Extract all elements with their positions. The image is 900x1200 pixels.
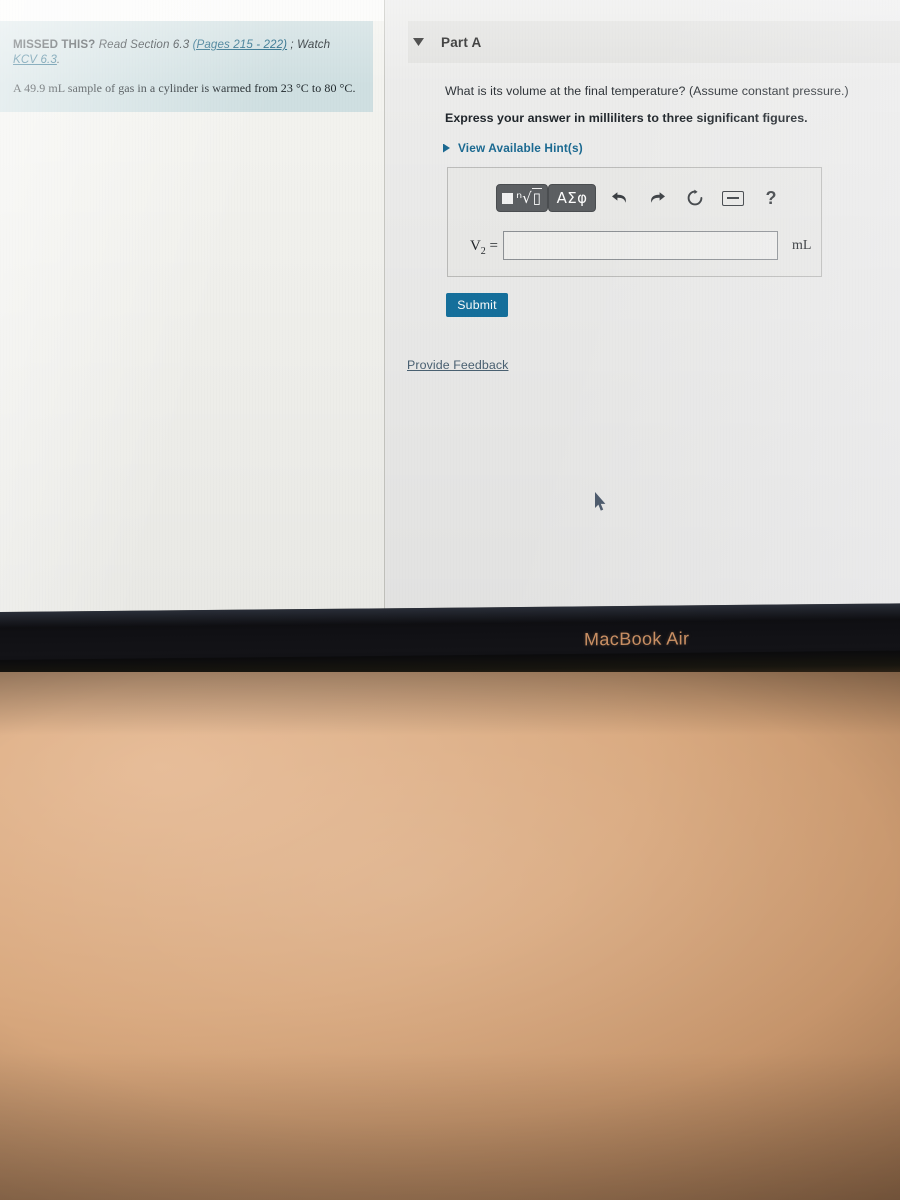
caret-right-icon[interactable]: [443, 143, 450, 153]
caret-down-icon[interactable]: [413, 38, 424, 46]
math-toolbar: ⁿ√▯ ΑΣφ ?: [496, 184, 786, 212]
page-top-strip: [0, 0, 384, 21]
missed-this-callout: MISSED THIS? Read Section 6.3 (Pages 215…: [0, 21, 373, 112]
undo-icon[interactable]: [604, 184, 634, 212]
view-hints-toggle[interactable]: View Available Hint(s): [443, 141, 583, 155]
radical-icon: ⁿ√▯: [516, 187, 542, 207]
question-text: What is its volume at the final temperat…: [445, 84, 849, 98]
greek-symbols-label: ΑΣφ: [556, 189, 588, 207]
redo-icon[interactable]: [642, 184, 672, 212]
help-icon[interactable]: ?: [756, 184, 786, 212]
kcv-link[interactable]: KCV 6.3: [13, 53, 57, 66]
problem-statement: A 49.9 mL sample of gas in a cylinder is…: [13, 81, 356, 95]
left-content-column: MISSED THIS? Read Section 6.3 (Pages 215…: [0, 0, 384, 614]
missed-this-separator: ;: [287, 38, 298, 51]
pages-link[interactable]: (Pages 215 - 222): [193, 38, 288, 51]
square-placeholder-icon: [502, 192, 514, 204]
missed-this-period: .: [56, 53, 61, 66]
unit-label: mL: [792, 238, 812, 253]
mouse-cursor-icon: [594, 492, 607, 512]
help-label: ?: [765, 187, 777, 208]
keyboard-icon[interactable]: [718, 184, 748, 212]
missed-this-prefix: MISSED THIS?: [13, 38, 96, 51]
answer-entry-card: ⁿ√▯ ΑΣφ ? V2 = mL: [447, 167, 822, 277]
missed-this-watch: Watch: [297, 38, 331, 51]
deck-vignette: [0, 672, 900, 1200]
deck-shading: [0, 672, 900, 1200]
answer-input[interactable]: [503, 231, 778, 260]
keyboard-deck: esc☀F1☀F2▤F3⌕F4⎍F5☾F6◀◀F7▷❙❙F8 ~`!1@2#3$…: [0, 672, 900, 1200]
submit-button[interactable]: Submit: [446, 293, 508, 317]
answer-instruction: Express your answer in milliliters to th…: [445, 111, 808, 125]
equals-sign: =: [485, 238, 498, 254]
variable-symbol: V: [469, 238, 481, 254]
reset-icon[interactable]: [680, 184, 710, 212]
laptop-screen: MISSED THIS? Read Section 6.3 (Pages 215…: [0, 0, 900, 614]
greek-symbols-button[interactable]: ΑΣφ: [548, 184, 596, 212]
view-hints-label: View Available Hint(s): [458, 141, 583, 155]
macbook-air-brand-label: MacBook Air: [584, 628, 690, 650]
part-title: Part A: [441, 34, 482, 50]
missed-this-text: MISSED THIS? Read Section 6.3 (Pages 215…: [13, 37, 359, 67]
part-a-header[interactable]: Part A: [408, 21, 900, 63]
provide-feedback-link[interactable]: Provide Feedback: [407, 358, 508, 372]
variable-label: V2 =: [456, 238, 498, 257]
template-radical-button[interactable]: ⁿ√▯: [496, 184, 548, 212]
missed-this-read: Read Section 6.3: [98, 38, 190, 51]
